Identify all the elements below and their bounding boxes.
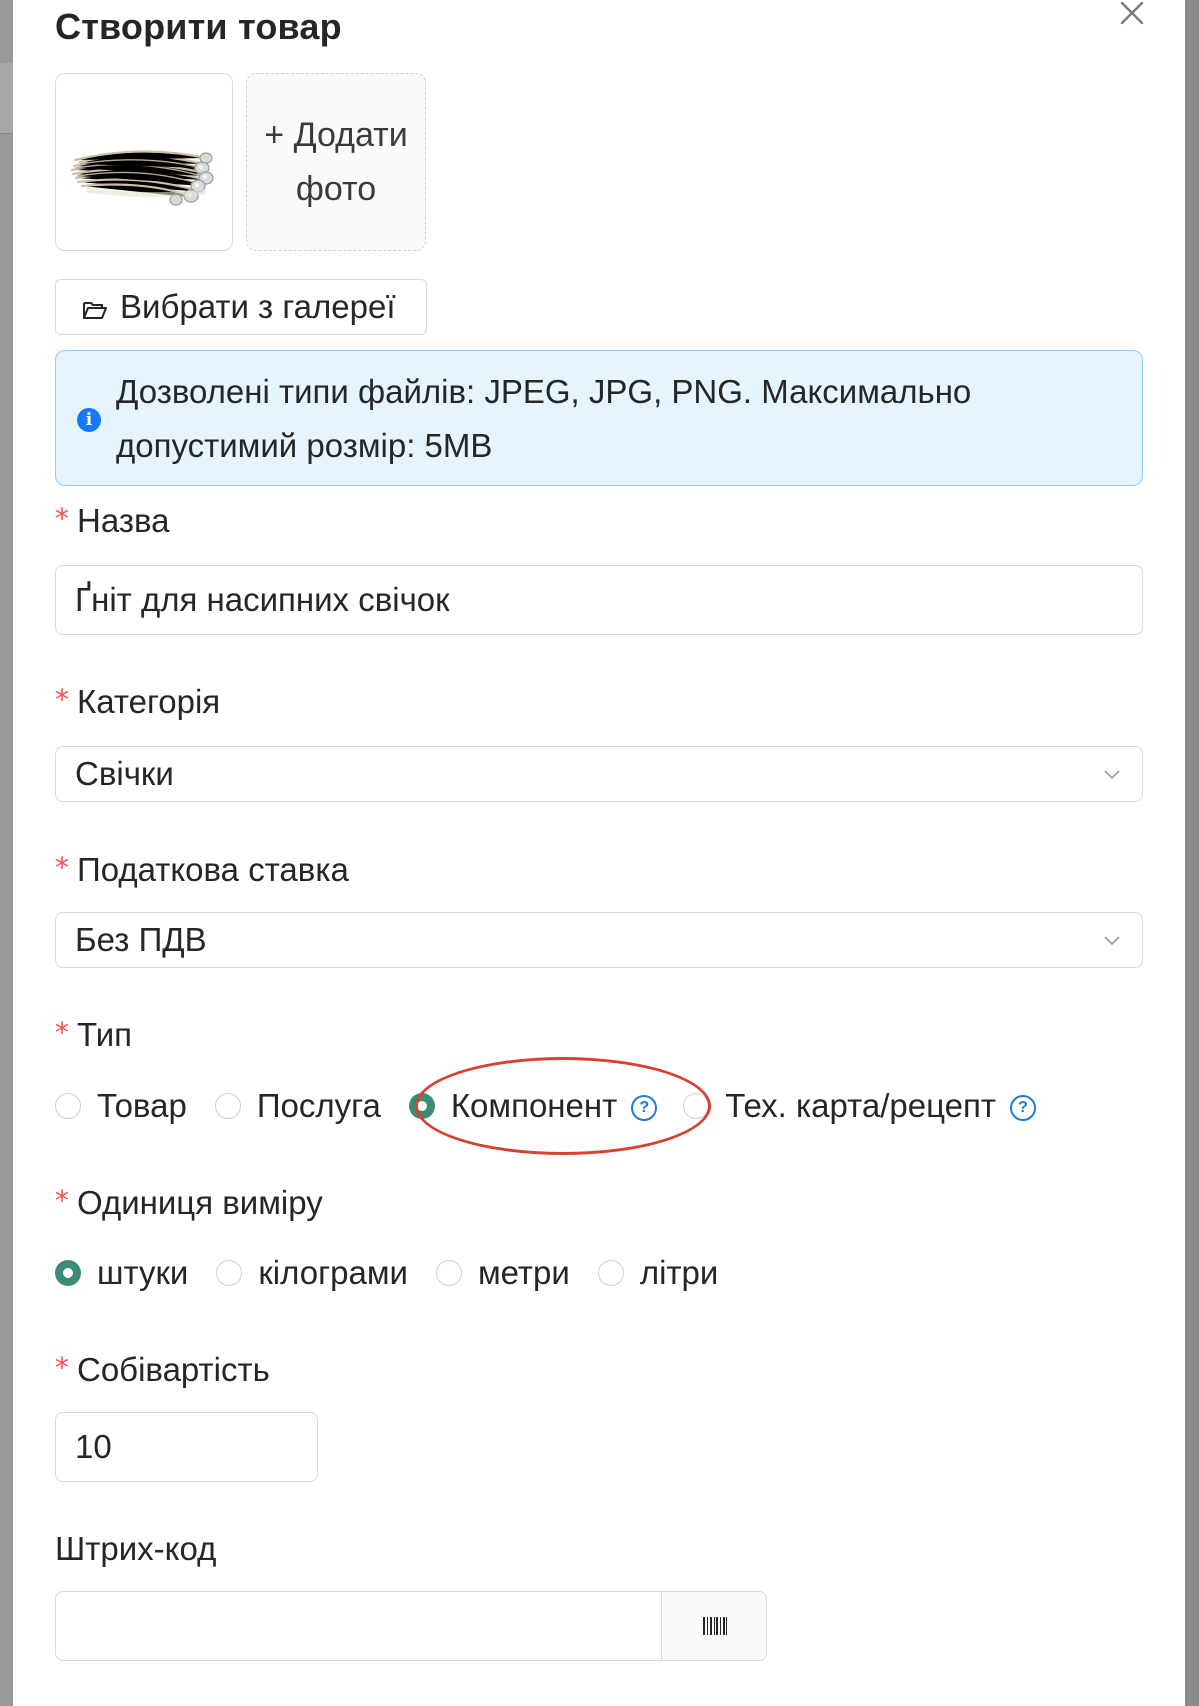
unit-radio-liters[interactable]: літри: [597, 1254, 719, 1292]
info-message: Дозволені типи файлів: JPEG, JPG, PNG. М…: [116, 373, 972, 464]
radio-circle: [597, 1260, 624, 1286]
question-circle-icon[interactable]: ?: [1009, 1095, 1036, 1121]
radio-label: літри: [639, 1254, 719, 1291]
modal-title: Створити товар: [55, 6, 342, 47]
radio-circle-selected: [408, 1093, 435, 1119]
tax-rate-select[interactable]: Без ПДВ: [55, 912, 1143, 968]
radio-label: Товар: [97, 1087, 187, 1124]
product-photo-thumbnail[interactable]: [55, 73, 233, 251]
radio-label: Компонент: [450, 1087, 618, 1124]
gallery-button-label: Вибрати з галереї: [120, 288, 396, 325]
cost-input[interactable]: 10: [55, 1412, 318, 1482]
unit-radio-meters[interactable]: метри: [435, 1254, 570, 1292]
unit-radio-group: штуки кілограми метри літри: [55, 1251, 746, 1295]
required-asterisk: *: [55, 1016, 69, 1049]
name-input[interactable]: Ґніт для насипних свічок: [55, 565, 1143, 635]
category-select-value: Свічки: [75, 755, 174, 792]
barcode-field-label: Штрих-код: [55, 1530, 217, 1567]
add-photo-button[interactable]: + Додати фото: [246, 73, 426, 251]
required-asterisk: *: [55, 851, 69, 884]
close-button[interactable]: [1113, 0, 1151, 30]
name-input-value: Ґніт для насипних свічок: [75, 581, 450, 618]
question-circle-icon[interactable]: ?: [631, 1095, 658, 1121]
required-asterisk: *: [55, 1184, 69, 1217]
radio-label: кілограми: [258, 1254, 408, 1291]
barcode-input[interactable]: [56, 1592, 661, 1660]
tax-select-value: Без ПДВ: [75, 921, 207, 958]
choose-from-gallery-button[interactable]: Вибрати з галереї: [55, 279, 427, 335]
modal-backdrop-right: [1185, 0, 1199, 1706]
radio-circle: [216, 1260, 243, 1286]
radio-circle: [683, 1093, 710, 1119]
type-radio-tech-card-recipe[interactable]: Тех. карта/рецепт ?: [683, 1087, 1036, 1125]
required-asterisk: *: [55, 1351, 69, 1384]
unit-radio-kilograms[interactable]: кілограми: [216, 1254, 408, 1292]
cost-field-label: * Собівартість: [55, 1351, 270, 1388]
chevron-down-icon: [1104, 770, 1120, 780]
type-radio-group: Товар Послуга Компонент ? Тех. карта/рец…: [55, 1084, 1064, 1128]
radio-label: Тех. карта/рецепт: [725, 1087, 996, 1124]
unit-field-label: * Одиниця виміру: [55, 1184, 323, 1221]
info-icon: i: [77, 408, 101, 432]
name-field-label: * Назва: [55, 502, 170, 539]
radio-circle-selected: [55, 1260, 81, 1286]
required-asterisk: *: [55, 502, 69, 535]
add-photo-label-line1: + Додати: [264, 116, 408, 154]
cost-input-value: 10: [75, 1428, 112, 1465]
required-asterisk: *: [55, 683, 69, 716]
barcode-scan-button[interactable]: [661, 1592, 766, 1660]
type-radio-component[interactable]: Компонент ?: [408, 1087, 658, 1125]
type-radio-service[interactable]: Послуга: [214, 1087, 381, 1125]
category-field-label: * Категорія: [55, 683, 221, 720]
barcode-field: [55, 1591, 767, 1661]
radio-circle: [214, 1093, 241, 1119]
radio-circle: [435, 1260, 462, 1286]
file-type-info-alert: i Дозволені типи файлів: JPEG, JPG, PNG.…: [55, 350, 1143, 486]
type-radio-product[interactable]: Товар: [55, 1087, 187, 1125]
barcode-icon: [703, 1617, 727, 1635]
add-photo-label-line2: фото: [295, 170, 377, 208]
type-field-label: * Тип: [55, 1016, 133, 1053]
folder-open-icon: [82, 299, 108, 321]
backdrop-panel-edge: [0, 63, 13, 134]
candle-wick-photo: [56, 74, 232, 250]
category-select[interactable]: Свічки: [55, 746, 1143, 802]
radio-label: Послуга: [256, 1087, 381, 1124]
chevron-down-icon: [1104, 936, 1120, 946]
radio-label: метри: [477, 1254, 570, 1291]
create-product-modal: Створити товар + Додати фото Вибрати з г…: [13, 0, 1185, 1706]
modal-backdrop-left: [0, 0, 13, 1706]
tax-field-label: * Податкова ставка: [55, 851, 349, 888]
close-icon: [1120, 1, 1144, 25]
radio-label: штуки: [97, 1254, 189, 1291]
radio-circle: [55, 1093, 81, 1119]
unit-radio-pieces[interactable]: штуки: [55, 1254, 188, 1292]
